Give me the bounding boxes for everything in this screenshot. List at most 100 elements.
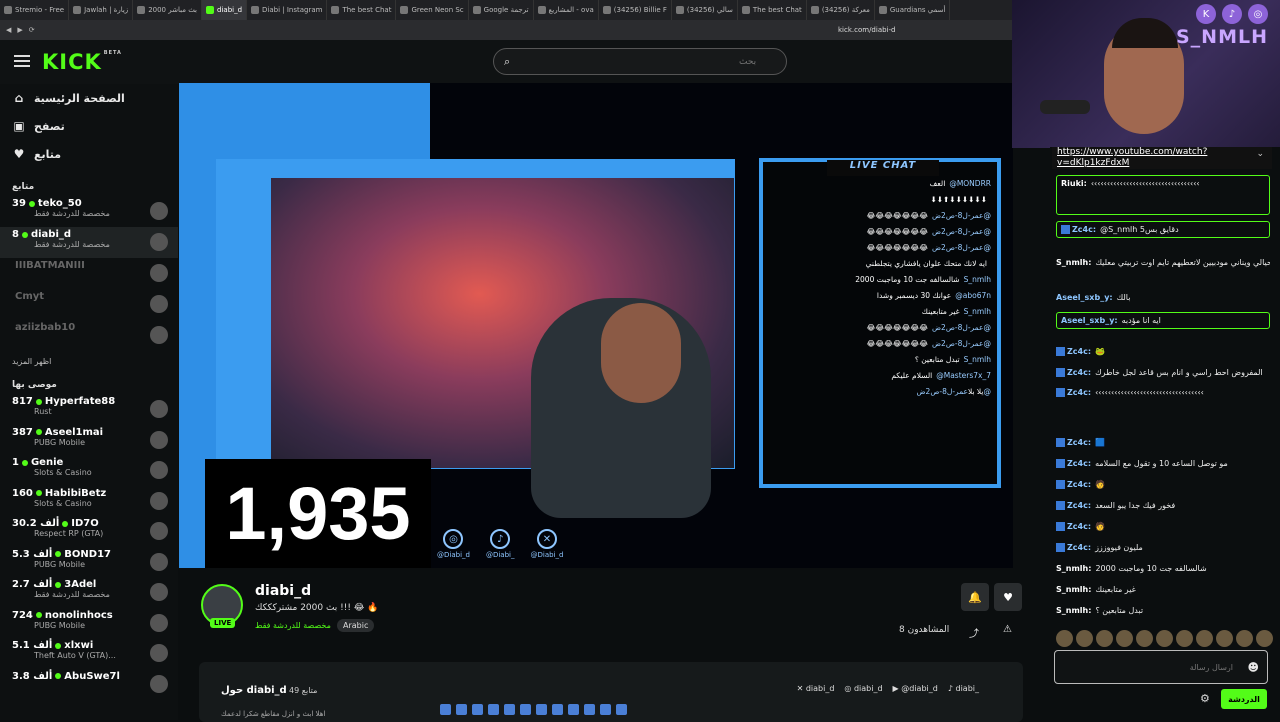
share-icon[interactable]: ⤴ [969, 625, 979, 640]
browser-tab[interactable]: Stremio - Free [0, 0, 70, 20]
emote-icon[interactable] [1096, 630, 1113, 647]
sidebar-channel[interactable]: IIIBATMANIII [0, 258, 178, 289]
social-link[interactable]: ✕ diabi_d [797, 684, 835, 693]
file-explorer-icon[interactable] [456, 703, 467, 715]
app-icon[interactable] [616, 703, 627, 715]
chevron-down-icon[interactable]: ⌄ [1256, 149, 1264, 160]
search-box[interactable]: ⌕ [493, 48, 787, 75]
emote-icon[interactable] [1216, 630, 1233, 647]
emote-icon[interactable] [1136, 630, 1153, 647]
recommended-channel[interactable]: 387 Aseel1mai PUBG Mobile [0, 425, 178, 456]
sidebar-channel[interactable]: 8 diabi_d مخصصة للدردشة فقط [0, 227, 178, 258]
menu-icon[interactable] [14, 55, 30, 67]
sidebar-channel[interactable]: Cmyt [0, 289, 178, 320]
reload-icon[interactable]: ⟳ [29, 26, 35, 34]
chat-username[interactable]: Zc4c: [1067, 438, 1091, 447]
nav-item[interactable]: ♥ متابع [0, 140, 178, 168]
browser-tab[interactable]: سالي (34256) [672, 0, 738, 20]
chat-username[interactable]: Aseel_sxb_y: [1061, 316, 1118, 325]
streamer-name[interactable]: diabi_d [255, 583, 311, 599]
app-icon[interactable] [584, 703, 595, 715]
show-more-link[interactable]: اظهر المزيد [0, 351, 178, 372]
chat-username[interactable]: S_nmlh: [1056, 258, 1091, 267]
chat-username[interactable]: S_nmlh: [1056, 606, 1091, 615]
chat-username[interactable]: S_nmlh: [1056, 585, 1091, 594]
follow-button[interactable]: ♥ [994, 583, 1022, 611]
chat-settings-icon[interactable]: ⚙ [1200, 692, 1210, 705]
back-icon[interactable]: ◀ [6, 26, 11, 34]
browser-tab[interactable]: (34256) معركة [807, 0, 875, 20]
browser-tab[interactable]: (34256) Billie F [599, 0, 672, 20]
windows-start-icon[interactable] [440, 703, 451, 715]
search-input[interactable] [516, 56, 757, 67]
emote-icon[interactable] [1236, 630, 1253, 647]
stream-category[interactable]: مخصصة للدردشة فقط [255, 621, 331, 630]
recommended-channel[interactable]: 3.8 ألف AbuSwe7l [0, 669, 178, 700]
browser-tab[interactable]: The best Chat [738, 0, 807, 20]
social-link[interactable]: ◎ diabi_d [844, 684, 882, 693]
kick-logo[interactable]: KICK BETA [42, 50, 122, 74]
emoji-icon[interactable]: ☻ [1248, 661, 1259, 674]
chat-username[interactable]: Zc4c: [1067, 543, 1091, 552]
app-icon[interactable] [504, 703, 515, 715]
chat-username[interactable]: Zc4c: [1067, 501, 1091, 510]
emote-icon[interactable] [1056, 630, 1073, 647]
browser-tab[interactable]: diabi_d [202, 0, 248, 20]
chat-username[interactable]: Zc4c: [1067, 522, 1091, 531]
chat-username[interactable]: S_nmlh: [1056, 564, 1091, 573]
recommended-channel[interactable]: 2.7 ألف 3Adel مخصصة للدردشة فقط [0, 577, 178, 608]
emote-icon[interactable] [1116, 630, 1133, 647]
chat-username[interactable]: Riuki: [1061, 179, 1087, 188]
app-icon[interactable] [552, 703, 563, 715]
chat-username[interactable]: Aseel_sxb_y: [1056, 293, 1113, 302]
recommended-channel[interactable]: 724 nonolinhocs PUBG Mobile [0, 608, 178, 639]
app-icon[interactable] [600, 703, 611, 715]
browser-tab[interactable]: Diabi | Instagram [247, 0, 328, 20]
emote-icon[interactable] [1156, 630, 1173, 647]
recommended-channel[interactable]: 5.1 ألف xlxwi Theft Auto V (GTA)... [0, 638, 178, 669]
sidebar-channel[interactable]: aziizbab10 [0, 320, 178, 351]
pinned-message[interactable]: https://www.youtube.com/watch?v=dKlp1kzF… [1052, 147, 1272, 169]
chat-input-box[interactable]: ☻ [1054, 650, 1268, 684]
chat-username[interactable]: Zc4c: [1072, 225, 1096, 234]
report-icon[interactable]: ⚠ [1003, 624, 1012, 635]
nav-item[interactable]: ⌂ الصفحة الرئيسية [0, 84, 178, 112]
app-icon[interactable] [472, 703, 483, 715]
language-tag[interactable]: Arabic [337, 619, 375, 632]
social-link[interactable]: ♪ diabi_ [948, 684, 979, 693]
browser-tab[interactable]: Jawlah | زيارة [69, 0, 134, 20]
emote-icon[interactable] [1196, 630, 1213, 647]
recommended-channel[interactable]: 5.3 ألف BOND17 PUBG Mobile [0, 547, 178, 578]
chat-username[interactable]: Zc4c: [1067, 480, 1091, 489]
recommended-channel[interactable]: 817 Hyperfate88 Rust [0, 394, 178, 425]
app-icon[interactable] [520, 703, 531, 715]
browser-tab[interactable]: The best Chat [327, 0, 397, 20]
emote-icon[interactable] [1076, 630, 1093, 647]
notification-button[interactable]: 🔔 [961, 583, 989, 611]
chat-input[interactable] [1063, 662, 1233, 672]
nav-item[interactable]: ▣ تصفح [0, 112, 178, 140]
chat-username[interactable]: Zc4c: [1067, 388, 1091, 397]
social-link[interactable]: ▶ @diabi_d [893, 684, 938, 693]
app-icon[interactable] [536, 703, 547, 715]
recommended-channel[interactable]: 30.2 ألف ID7O Respect RP (GTA) [0, 516, 178, 547]
sidebar-channel[interactable]: 39 teko_50 مخصصة للدردشة فقط [0, 196, 178, 227]
browser-tab[interactable]: بث مباشر 2000 [133, 0, 203, 20]
browser-tab[interactable]: المشاريع - ova [534, 0, 599, 20]
recommended-channel[interactable]: 1 Genie Slots & Casino [0, 455, 178, 486]
chat-username[interactable]: Zc4c: [1067, 368, 1091, 377]
browser-tab[interactable]: Guardians أسمي [875, 0, 951, 20]
chat-send-button[interactable]: الدردشة [1221, 689, 1267, 709]
video-player[interactable]: LIVE CHAT العف @MONDRR ⬇⬇⬆⬇⬇⬇⬇⬇⬇ 😂😂😂😂😂😂😂 عمر… [179, 83, 1013, 568]
browser-tab[interactable]: Google ترجمة [469, 0, 534, 20]
recommended-channel[interactable]: 160 HabibiBetz Slots & Casino [0, 486, 178, 517]
chat-username[interactable]: Zc4c: [1067, 347, 1091, 356]
address-bar[interactable]: ◀ ▶ ⟳ kick.com/diabi-d [0, 20, 1012, 40]
emote-icon[interactable] [1256, 630, 1273, 647]
url-text[interactable]: kick.com/diabi-d [838, 26, 895, 34]
forward-icon[interactable]: ▶ [17, 26, 22, 34]
browser-tab[interactable]: Green Neon Sc [396, 0, 469, 20]
emote-icon[interactable] [1176, 630, 1193, 647]
app-icon[interactable] [488, 703, 499, 715]
app-icon[interactable] [568, 703, 579, 715]
